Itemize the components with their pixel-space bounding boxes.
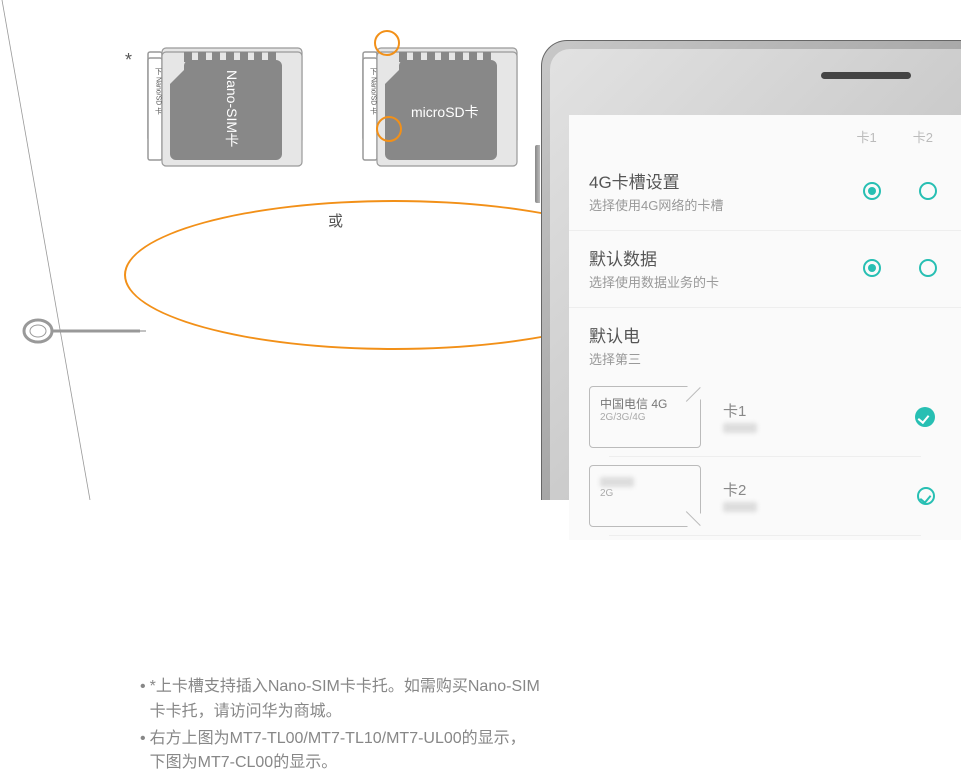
divider <box>609 535 921 536</box>
radio-slot1[interactable] <box>863 182 881 200</box>
setting-default-call[interactable]: 默认电 选择第三 <box>569 308 961 374</box>
microsd-label: microSD卡 <box>411 102 479 122</box>
setting-4g-slot[interactable]: 4G卡槽设置 选择使用4G网络的卡槽 <box>569 154 961 231</box>
blurred-number <box>723 502 757 512</box>
notes-list: • *上卡槽支持插入Nano-SIM卡卡托。如需购买Nano-SIM卡卡托，请访… <box>140 675 540 776</box>
sim-card-icon: 中国电信 4G 2G/3G/4G <box>589 386 701 448</box>
svg-text:下 Nano/SD 卡: 下 Nano/SD 卡 <box>370 68 378 115</box>
radio-slot2[interactable] <box>919 259 937 277</box>
blurred-number <box>723 423 757 433</box>
note-line-2: 右方上图为MT7-TL00/MT7-TL10/MT7-UL00的显示，下图为MT… <box>150 727 540 777</box>
setting-subtitle: 选择第三 <box>589 349 937 368</box>
setting-subtitle: 选择使用数据业务的卡 <box>589 272 825 291</box>
phone-speaker-icon <box>821 72 911 79</box>
sim-tray-diagram: 上 Nano SIM Nano-SIM卡 上 Micro 卡 Micro-SIM… <box>140 40 540 350</box>
sim-card-icon: 2G <box>589 465 701 527</box>
setting-title: 4G卡槽设置 <box>589 168 825 193</box>
phone-side-button <box>535 145 540 203</box>
header-slot2: 卡2 <box>913 127 933 146</box>
radio-slot2[interactable] <box>919 182 937 200</box>
bullet-icon: • <box>140 727 146 777</box>
setting-default-data[interactable]: 默认数据 选择使用数据业务的卡 <box>569 231 961 308</box>
screen-column-header: 卡1 卡2 <box>569 115 961 154</box>
setting-subtitle: 选择使用4G网络的卡槽 <box>589 195 825 214</box>
sim-option-1[interactable]: 中国电信 4G 2G/3G/4G 卡1 <box>589 378 941 456</box>
blurred-carrier <box>600 477 634 487</box>
check-icon[interactable] <box>917 487 935 505</box>
highlight-circle-icon <box>374 30 400 56</box>
phone-screen: 卡1 卡2 4G卡槽设置 选择使用4G网络的卡槽 默认数据 选择使用数据业务的卡 <box>569 115 961 540</box>
sim-network: 2G/3G/4G <box>600 412 690 423</box>
nano-sim-sd-label: Nano-SIM卡 <box>222 70 242 147</box>
bullet-icon: • <box>140 675 146 725</box>
slot-label: 卡1 <box>723 400 877 421</box>
setting-title: 默认电 <box>589 322 937 347</box>
check-icon[interactable] <box>915 407 935 427</box>
note-line-1: *上卡槽支持插入Nano-SIM卡卡托。如需购买Nano-SIM卡卡托，请访问华… <box>150 675 540 725</box>
setting-title: 默认数据 <box>589 245 825 270</box>
header-slot1: 卡1 <box>857 127 877 146</box>
slot-label: 卡2 <box>723 479 879 500</box>
asterisk: * <box>125 50 132 71</box>
sim-network: 2G <box>600 488 690 499</box>
sim-carrier: 中国电信 4G <box>600 395 690 412</box>
sim-option-2[interactable]: 2G 卡2 <box>589 457 941 535</box>
phone-mockup: 卡1 卡2 4G卡槽设置 选择使用4G网络的卡槽 默认数据 选择使用数据业务的卡 <box>541 40 961 500</box>
highlight-circle-icon <box>376 116 402 142</box>
radio-slot1[interactable] <box>863 259 881 277</box>
page-background-line <box>0 0 150 500</box>
sim-ejector-icon <box>20 315 150 347</box>
svg-text:下 Nano/SD 卡: 下 Nano/SD 卡 <box>155 68 163 115</box>
